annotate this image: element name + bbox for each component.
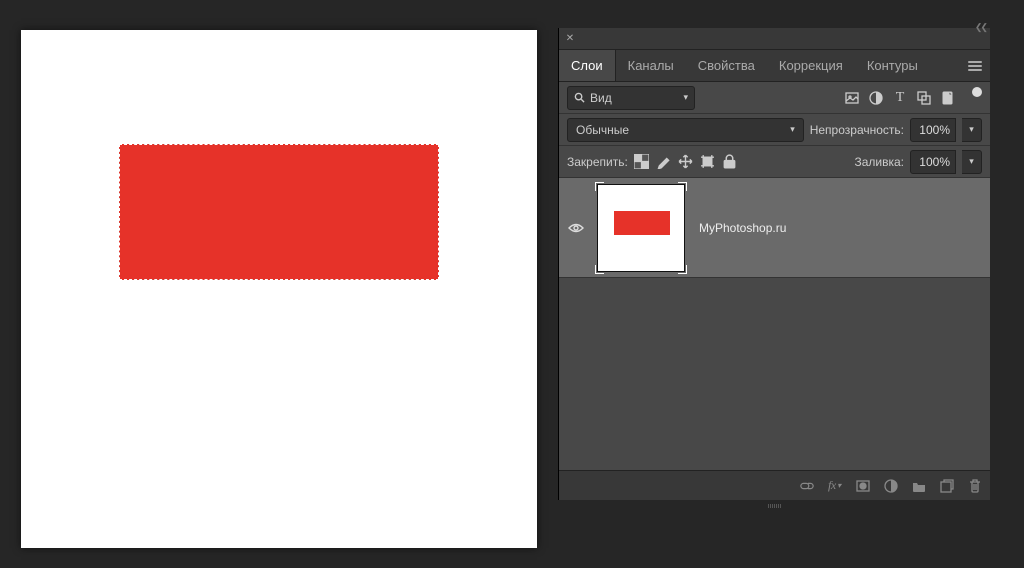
resize-grip[interactable]: [760, 504, 790, 508]
opacity-input[interactable]: 100%: [910, 118, 956, 142]
tab-paths[interactable]: Контуры: [855, 50, 930, 81]
filter-label: Вид: [590, 91, 612, 105]
filter-adjustment-icon[interactable]: [868, 90, 884, 106]
close-icon[interactable]: ✕: [559, 33, 581, 44]
search-icon: [574, 92, 585, 103]
panel-footer: fx▾: [559, 470, 990, 500]
lock-label: Закрепить:: [567, 155, 628, 169]
panel-menu-icon[interactable]: [960, 50, 990, 81]
fill-label: Заливка:: [854, 155, 904, 169]
collapse-panel-icon[interactable]: ❮❮: [975, 22, 986, 33]
tab-label: Коррекция: [779, 58, 843, 73]
lock-position-icon[interactable]: [678, 154, 693, 169]
blend-row: Обычные ▾ Непрозрачность: 100% ▾: [559, 114, 990, 146]
tab-adjustments[interactable]: Коррекция: [767, 50, 855, 81]
layer-thumbnail[interactable]: [597, 184, 685, 272]
tab-channels[interactable]: Каналы: [616, 50, 686, 81]
red-rectangle: [119, 144, 439, 280]
filter-smartobject-icon[interactable]: [940, 90, 956, 106]
blend-mode-dropdown[interactable]: Обычные ▾: [567, 118, 804, 142]
opacity-label: Непрозрачность:: [810, 123, 904, 137]
tab-label: Слои: [571, 58, 603, 73]
layer-fx-icon[interactable]: fx▾: [828, 479, 842, 493]
panel-titlebar: ✕: [559, 28, 990, 50]
filter-row: Вид ▾ T: [559, 82, 990, 114]
filter-shape-icon[interactable]: [916, 90, 932, 106]
layers-panel: ❮❮ ✕ Слои Каналы Свойства Коррекция Конт…: [558, 28, 990, 500]
lock-all-icon[interactable]: [722, 154, 737, 169]
tab-label: Контуры: [867, 58, 918, 73]
layer-row[interactable]: MyPhotoshop.ru: [559, 178, 990, 278]
lock-pixels-icon[interactable]: [656, 154, 671, 169]
layer-filter-dropdown[interactable]: Вид ▾: [567, 86, 695, 110]
filter-toggle-switch[interactable]: [972, 87, 982, 97]
adjustment-layer-icon[interactable]: [884, 479, 898, 493]
tab-properties[interactable]: Свойства: [686, 50, 767, 81]
chevron-down-icon: ▾: [683, 92, 688, 103]
layer-mask-icon[interactable]: [856, 479, 870, 493]
visibility-icon[interactable]: [568, 223, 584, 233]
blend-mode-value: Обычные: [576, 123, 629, 137]
lock-transparency-icon[interactable]: [634, 154, 649, 169]
canvas-area: [0, 0, 558, 568]
layer-name[interactable]: MyPhotoshop.ru: [699, 221, 786, 235]
fill-input[interactable]: 100%: [910, 150, 956, 174]
chevron-down-icon: ▾: [790, 124, 795, 135]
tab-label: Свойства: [698, 58, 755, 73]
document-canvas[interactable]: [21, 30, 537, 548]
fill-stepper[interactable]: ▾: [962, 150, 982, 174]
layers-list: MyPhotoshop.ru: [559, 178, 990, 470]
lock-artboard-icon[interactable]: [700, 154, 715, 169]
new-group-icon[interactable]: [912, 479, 926, 493]
delete-layer-icon[interactable]: [968, 479, 982, 493]
lock-row: Закрепить: Заливка: 100% ▾: [559, 146, 990, 178]
filter-text-icon[interactable]: T: [892, 90, 908, 106]
opacity-stepper[interactable]: ▾: [962, 118, 982, 142]
tab-layers[interactable]: Слои: [559, 50, 616, 81]
tab-label: Каналы: [628, 58, 674, 73]
new-layer-icon[interactable]: [940, 479, 954, 493]
filter-image-icon[interactable]: [844, 90, 860, 106]
link-layers-icon[interactable]: [800, 479, 814, 493]
panel-tabs: Слои Каналы Свойства Коррекция Контуры: [559, 50, 990, 82]
